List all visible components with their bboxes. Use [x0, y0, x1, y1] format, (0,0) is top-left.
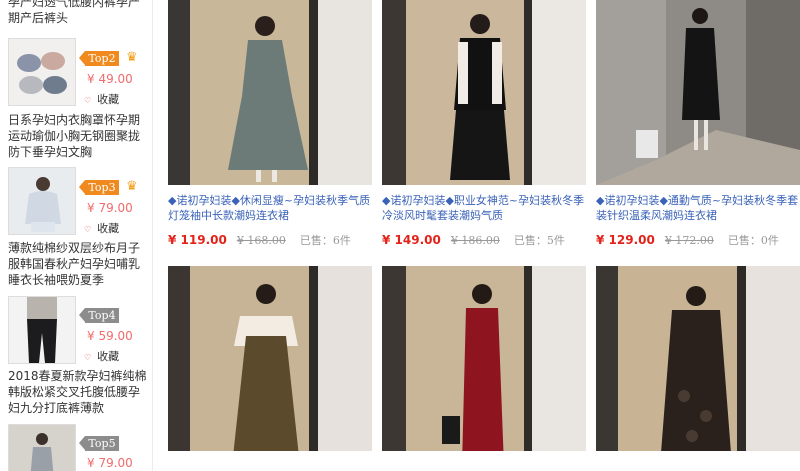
side-item-price: ¥ 79.00	[87, 456, 133, 470]
crown-icon: ♛	[126, 50, 138, 65]
side-item-title[interactable]: 日系孕妇内衣胸罩怀孕期运动瑜伽小胸无钢圈聚拢防下垂孕妇文胸	[8, 112, 150, 160]
side-item-thumbnail[interactable]	[8, 167, 76, 235]
ranking-sidebar: 孕产妇透气低腰内裤孕产期产后裤头 Top2 ♛ ¥ 49.00 ♡ 收藏 日系孕妇…	[0, 0, 153, 471]
rank-badge: Top3	[79, 180, 119, 195]
side-item-title[interactable]: 孕产妇透气低腰内裤孕产期产后裤头	[8, 0, 150, 26]
original-price: ¥ 168.00	[236, 234, 286, 247]
side-item-price: ¥ 79.00	[87, 201, 133, 215]
product-price: ¥ 149.00	[382, 233, 441, 247]
favorite-button[interactable]: ♡ 收藏	[84, 220, 119, 236]
side-item-thumbnail[interactable]	[8, 296, 76, 364]
sold-count: 已售：6件	[299, 234, 351, 247]
product-card[interactable]	[382, 266, 586, 451]
side-item-price: ¥ 49.00	[87, 72, 133, 86]
product-title-link[interactable]: ◆诺初孕妇装◆通勤气质~孕妇装秋冬季套装针织温柔风潮妈连衣裙	[596, 193, 800, 223]
side-item-thumbnail[interactable]	[8, 38, 76, 106]
product-photo[interactable]	[168, 266, 372, 451]
side-item-title[interactable]: 2018春夏新款孕妇裤纯棉韩版松紧交叉托腹低腰孕妇九分打底裤薄款	[8, 368, 150, 416]
crown-icon: ♛	[126, 179, 138, 194]
rank-badge: Top2	[79, 51, 119, 66]
product-card[interactable]	[596, 266, 800, 451]
product-photo[interactable]	[596, 0, 800, 185]
side-item-price: ¥ 59.00	[87, 329, 133, 343]
side-item-title[interactable]: 薄款纯棉纱双层纱布月子服韩国春秋产妇孕妇哺乳睡衣长袖喂奶夏季	[8, 240, 150, 288]
sold-count: 已售：5件	[513, 234, 565, 247]
product-photo[interactable]	[596, 266, 800, 451]
product-price: ¥ 119.00	[168, 233, 227, 247]
favorite-button[interactable]: ♡ 收藏	[84, 91, 119, 107]
product-price: ¥ 129.00	[596, 233, 655, 247]
product-card[interactable]	[168, 266, 372, 451]
side-item-thumbnail[interactable]	[8, 424, 76, 471]
product-title-link[interactable]: ◆诺初孕妇装◆休闲显瘦~孕妇装秋季气质灯笼袖中长款潮妈连衣裙	[168, 193, 372, 223]
heart-icon: ♡	[84, 225, 92, 234]
rank-badge: Top4	[79, 308, 119, 323]
rank-badge: Top5	[79, 436, 119, 451]
sold-count: 已售：0件	[727, 234, 779, 247]
product-photo[interactable]	[382, 0, 586, 185]
product-photo[interactable]	[382, 266, 586, 451]
original-price: ¥ 186.00	[450, 234, 500, 247]
product-title-link[interactable]: ◆诺初孕妇装◆职业女神范~孕妇装秋冬季冷淡风时髦套装潮妈气质	[382, 193, 586, 223]
heart-icon: ♡	[84, 353, 92, 362]
favorite-button[interactable]: ♡ 收藏	[84, 348, 119, 364]
product-photo[interactable]	[168, 0, 372, 185]
original-price: ¥ 172.00	[664, 234, 714, 247]
product-card[interactable]: ◆诺初孕妇装◆通勤气质~孕妇装秋冬季套装针织温柔风潮妈连衣裙 ¥ 129.00 ¥…	[596, 0, 800, 248]
product-card[interactable]: ◆诺初孕妇装◆职业女神范~孕妇装秋冬季冷淡风时髦套装潮妈气质 ¥ 149.00 ¥…	[382, 0, 586, 248]
product-card[interactable]: ◆诺初孕妇装◆休闲显瘦~孕妇装秋季气质灯笼袖中长款潮妈连衣裙 ¥ 119.00 ¥…	[168, 0, 372, 248]
heart-icon: ♡	[84, 96, 92, 105]
product-grid: ◆诺初孕妇装◆休闲显瘦~孕妇装秋季气质灯笼袖中长款潮妈连衣裙 ¥ 119.00 ¥…	[152, 0, 800, 471]
